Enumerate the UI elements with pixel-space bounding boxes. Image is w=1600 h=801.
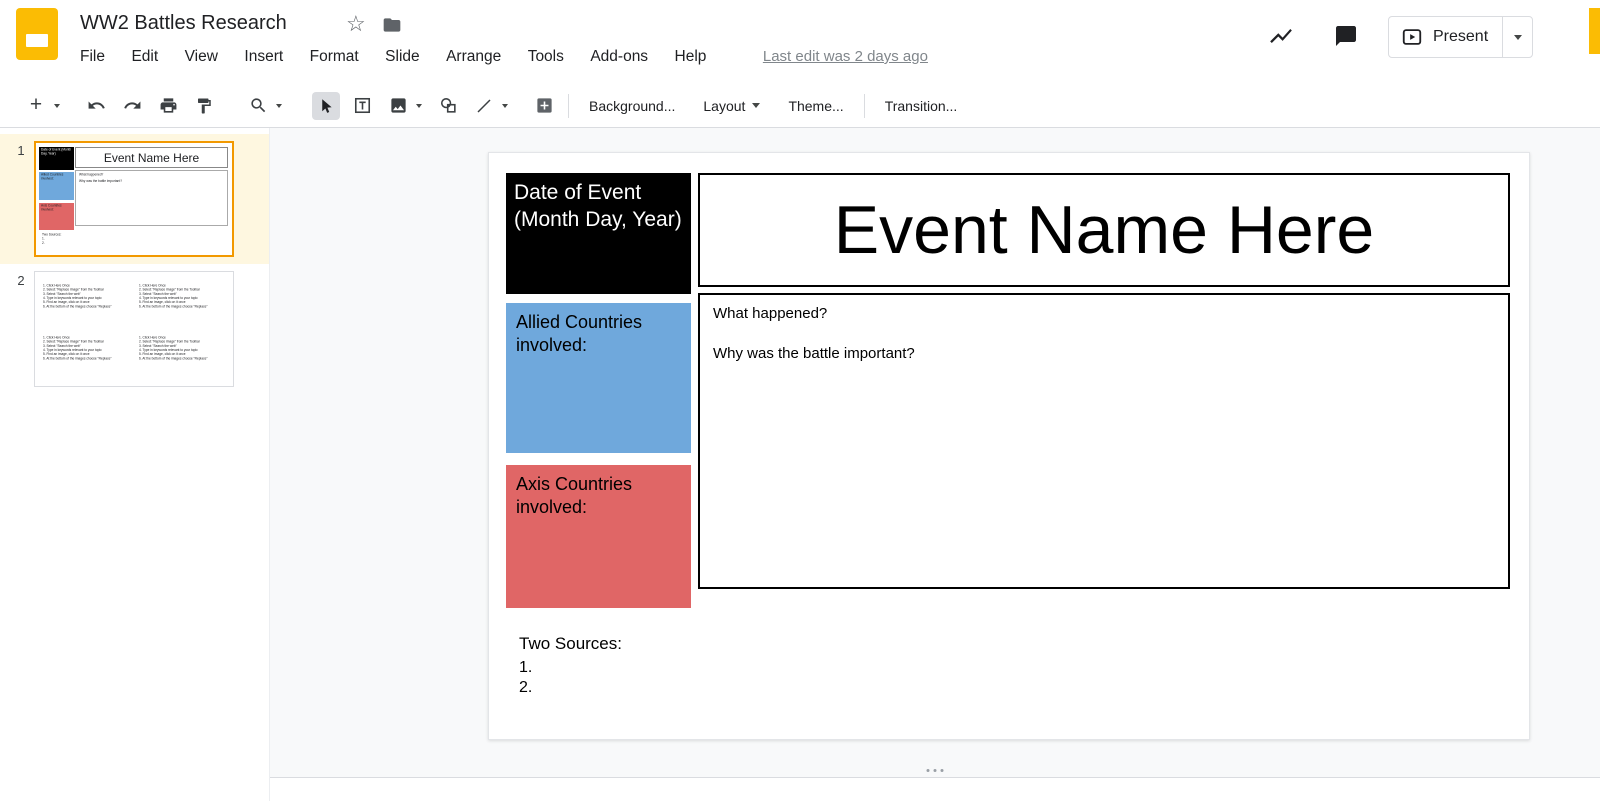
slide-1-thumbnail[interactable]: Date of Event (Month Day, Year) Event Na… <box>34 141 234 257</box>
body-question-1: What happened? <box>713 305 828 322</box>
right-edge-accent <box>1589 8 1600 54</box>
slide-editor[interactable]: Date of Event (Month Day, Year) Event Na… <box>488 152 1530 740</box>
slide-2-number: 2 <box>17 273 25 288</box>
insert-shape-button[interactable] <box>434 92 462 120</box>
new-slide-button[interactable]: + <box>22 92 50 120</box>
slides-logo-page <box>26 34 48 47</box>
move-folder-icon[interactable] <box>382 15 402 35</box>
insert-line-button[interactable] <box>470 92 498 120</box>
star-icon[interactable]: ☆ <box>346 11 366 37</box>
redo-button[interactable] <box>118 92 146 120</box>
select-tool-button[interactable] <box>312 91 340 120</box>
print-button[interactable] <box>154 92 182 120</box>
layout-button[interactable]: Layout <box>693 92 770 120</box>
menu-tools[interactable]: Tools <box>528 48 564 66</box>
menu-view[interactable]: View <box>185 48 218 66</box>
insert-placeholder-button[interactable] <box>530 92 558 120</box>
present-label: Present <box>1433 28 1489 45</box>
thumb1-title: Event Name Here <box>75 147 228 168</box>
thumb1-axis-box: Axis Countries involved: <box>39 203 74 230</box>
menu-file[interactable]: File <box>80 48 105 66</box>
sources-textbox[interactable]: Two Sources: 1. 2. <box>519 634 622 698</box>
header: WW2 Battles Research ☆ File Edit View In… <box>0 0 1600 84</box>
allied-countries-textbox[interactable]: Allied Countries involved: <box>506 303 691 453</box>
insert-image-dropdown[interactable] <box>412 92 426 120</box>
slide-canvas-area: Date of Event (Month Day, Year) Event Na… <box>270 128 1600 801</box>
workspace: 1 Date of Event (Month Day, Year) Event … <box>0 128 1600 801</box>
present-button-group: Present <box>1388 16 1534 58</box>
bottom-bar <box>270 777 1600 801</box>
insert-line-dropdown[interactable] <box>498 92 512 120</box>
date-textbox[interactable]: Date of Event (Month Day, Year) <box>506 173 691 294</box>
slide-2-thumbnail[interactable]: 1. Click Here Once 2. Select "Replace im… <box>34 271 234 387</box>
body-question-2: Why was the battle important? <box>713 345 915 362</box>
comments-icon[interactable] <box>1326 16 1366 56</box>
thumb1-body: What happened? Why was the battle importa… <box>75 170 228 226</box>
slide-filmstrip: 1 Date of Event (Month Day, Year) Event … <box>0 128 270 801</box>
thumb2-instructions-4: 1. Click Here Once 2. Select "Replace im… <box>139 336 208 361</box>
zoom-button[interactable] <box>244 92 272 120</box>
theme-button[interactable]: Theme... <box>778 92 853 120</box>
sources-label: Two Sources: <box>519 634 622 653</box>
menu-bar: File Edit View Insert Format Slide Arran… <box>80 48 928 66</box>
layout-label: Layout <box>703 97 746 114</box>
menu-format[interactable]: Format <box>310 48 359 66</box>
menu-help[interactable]: Help <box>675 48 707 66</box>
thumb2-instructions-3: 1. Click Here Once 2. Select "Replace im… <box>43 336 112 361</box>
present-play-icon <box>1401 26 1423 48</box>
undo-button[interactable] <box>82 92 110 120</box>
slide-2-row: 2 1. Click Here Once 2. Select "Replace … <box>0 264 269 394</box>
slides-logo-icon[interactable] <box>16 8 58 60</box>
menu-arrange[interactable]: Arrange <box>446 48 501 66</box>
thumb1-allied-box: Allied Countries involved: <box>39 172 74 200</box>
insert-image-button[interactable] <box>384 92 412 120</box>
text-box-button[interactable] <box>348 92 376 120</box>
body-textbox[interactable]: What happened? Why was the battle import… <box>698 293 1510 589</box>
menu-insert[interactable]: Insert <box>244 48 283 66</box>
paint-format-button[interactable] <box>190 92 218 120</box>
toolbar: + Background... Layout Theme... Transiti… <box>0 84 1600 128</box>
axis-countries-textbox[interactable]: Axis Countries involved: <box>506 465 691 608</box>
menu-edit[interactable]: Edit <box>131 48 158 66</box>
menu-slide[interactable]: Slide <box>385 48 419 66</box>
document-title[interactable]: WW2 Battles Research <box>80 12 287 35</box>
thumb2-instructions-1: 1. Click Here Once 2. Select "Replace im… <box>43 284 112 309</box>
transition-button[interactable]: Transition... <box>875 92 968 120</box>
new-slide-dropdown[interactable] <box>50 92 64 120</box>
zoom-dropdown[interactable] <box>272 92 286 120</box>
speaker-notes-handle[interactable] <box>926 769 944 772</box>
title-textbox[interactable]: Event Name Here <box>698 173 1510 287</box>
thumb2-instructions-2: 1. Click Here Once 2. Select "Replace im… <box>139 284 208 309</box>
slide-1-number: 1 <box>17 143 25 158</box>
menu-addons[interactable]: Add-ons <box>590 48 648 66</box>
present-button[interactable]: Present <box>1389 17 1502 57</box>
present-dropdown[interactable] <box>1502 17 1532 57</box>
app-window: WW2 Battles Research ☆ File Edit View In… <box>0 0 1600 801</box>
thumb1-sources: Two Sources: 1. 2. <box>42 233 62 245</box>
background-button[interactable]: Background... <box>579 92 685 120</box>
source-item-1: 1. <box>519 659 533 676</box>
activity-dashboard-icon[interactable] <box>1261 16 1301 56</box>
source-item-2: 2. <box>519 679 533 696</box>
slide-1-row: 1 Date of Event (Month Day, Year) Event … <box>0 134 269 264</box>
slide-title-text: Event Name Here <box>833 192 1375 268</box>
thumb1-date-box: Date of Event (Month Day, Year) <box>39 147 74 170</box>
last-edit-link[interactable]: Last edit was 2 days ago <box>763 48 928 65</box>
